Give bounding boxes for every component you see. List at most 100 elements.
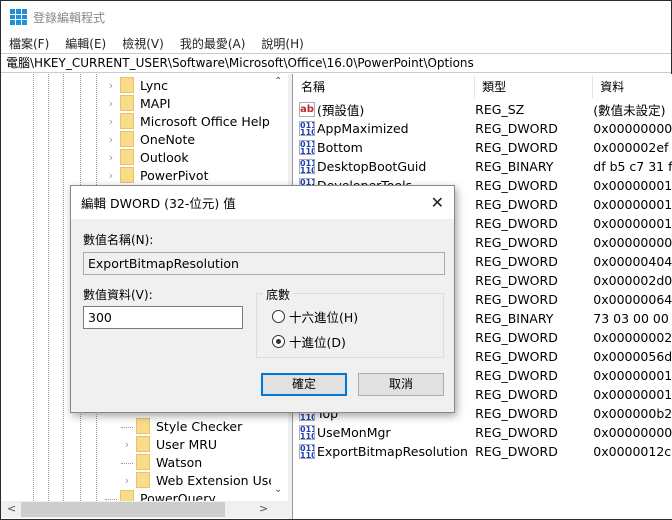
tree-item[interactable]: › Web Extension User xyxy=(121,471,281,489)
menu-favorites[interactable]: 我的最愛(A) xyxy=(172,35,254,52)
value-name-field[interactable]: ExportBitmapResolution xyxy=(83,252,445,275)
radio-hex-label: 十六進位(H) xyxy=(289,310,359,325)
close-icon[interactable]: ✕ xyxy=(431,193,444,212)
list-row[interactable]: 011110BottomREG_DWORD0x000002ef (751) xyxy=(294,138,672,157)
folder-icon xyxy=(136,418,150,434)
cell-data: 0x00000001 (1) xyxy=(593,387,672,402)
chevron-right-icon[interactable]: › xyxy=(105,97,117,110)
cell-type: REG_DWORD xyxy=(475,368,558,383)
tree-item-label: Style Checker xyxy=(156,418,243,434)
cell-data: (數值未設定) xyxy=(593,103,666,118)
cell-type: REG_BINARY xyxy=(475,159,554,174)
cell-data: 0x00000404 (1028) xyxy=(593,254,672,269)
tree-item[interactable]: Watson xyxy=(121,453,202,471)
registry-editor-icon xyxy=(10,9,27,25)
tree-item[interactable]: › User MRU xyxy=(121,435,217,453)
cell-type: REG_DWORD xyxy=(475,178,558,193)
cell-data: 0x00000001 (1) xyxy=(593,197,672,212)
menu-file[interactable]: 檔案(F) xyxy=(1,35,57,52)
binary-value-icon: 011110 xyxy=(299,140,315,155)
value-name: UseMonMgr xyxy=(317,425,391,440)
scroll-left-icon[interactable]: < xyxy=(7,502,16,515)
cell-data: df b5 c7 31 f7 xyxy=(593,159,672,174)
binary-value-icon: 011110 xyxy=(299,425,315,440)
cell-type: REG_DWORD xyxy=(475,235,558,250)
menu-edit[interactable]: 編輯(E) xyxy=(57,35,114,52)
radio-dec-label: 十進位(D) xyxy=(289,335,346,350)
tree-item-label: Lync xyxy=(140,77,169,93)
tree-item[interactable]: Style Checker xyxy=(121,417,242,435)
list-row[interactable]: 011110AppMaximizedREG_DWORD0x00000000 (0… xyxy=(294,119,672,138)
window-title: 登錄編輯程式 xyxy=(33,10,106,25)
chevron-right-icon[interactable]: › xyxy=(105,133,117,146)
cell-data: 0x00000000 (0) xyxy=(593,235,672,250)
folder-icon xyxy=(120,149,134,165)
folder-icon xyxy=(120,77,134,93)
cell-type: REG_DWORD xyxy=(475,273,558,288)
value-name-label: 數值名稱(N): xyxy=(83,233,154,247)
scroll-up-icon[interactable]: ⌃ xyxy=(274,76,282,87)
folder-icon xyxy=(136,472,150,488)
value-name: Bottom xyxy=(317,140,363,155)
cell-type: REG_DWORD xyxy=(475,425,558,440)
list-row[interactable]: ab (預設值) REG_SZ (數值未設定) xyxy=(294,100,672,119)
chevron-right-icon[interactable]: › xyxy=(105,115,117,128)
list-row[interactable]: 011110ExportBitmapResolutionREG_DWORD0x0… xyxy=(294,442,672,461)
cell-name: 011110DesktopBootGuid xyxy=(294,159,475,174)
tree-item[interactable]: › Microsoft Office Help V xyxy=(105,112,282,130)
value-data-label: 數值資料(V): xyxy=(83,288,153,302)
tree-item-label: Outlook xyxy=(140,149,189,165)
dialog-title-bar: 編輯 DWORD (32-位元) 值 ✕ xyxy=(71,186,454,219)
cell-data: 0x000002ef (751) xyxy=(593,140,672,155)
menu-view[interactable]: 檢視(V) xyxy=(114,35,172,52)
scroll-down-icon[interactable]: ⌄ xyxy=(274,484,282,495)
column-type[interactable]: 類型 xyxy=(475,76,594,98)
tree-item[interactable]: › Outlook xyxy=(105,148,189,166)
cell-data: 0x00000000 (0) xyxy=(593,425,672,440)
column-name[interactable]: 名稱 xyxy=(294,76,476,98)
cell-type: REG_DWORD xyxy=(475,444,558,459)
radio-decimal[interactable]: 十進位(D) xyxy=(272,332,346,351)
chevron-right-icon[interactable]: › xyxy=(121,438,133,451)
tree-item[interactable]: PowerQuery xyxy=(105,489,216,501)
cell-data: 73 03 00 00 a xyxy=(593,311,672,326)
binary-value-icon: 011110 xyxy=(299,159,315,174)
cell-type: REG_DWORD xyxy=(475,349,558,364)
column-data[interactable]: 資料 xyxy=(593,76,672,98)
folder-icon xyxy=(120,113,134,129)
tree-item[interactable]: › PowerPivot xyxy=(105,166,208,184)
tree-item[interactable]: › Lync xyxy=(105,76,168,94)
cell-data: 0x0000056d (1389) xyxy=(593,349,672,364)
chevron-right-icon[interactable]: › xyxy=(105,79,117,92)
list-row[interactable]: 011110UseMonMgr REG_DWORD 0x00000000 (0) xyxy=(294,423,672,442)
tree-item-label: PowerPivot xyxy=(140,167,209,183)
chevron-right-icon[interactable]: › xyxy=(105,169,117,182)
menu-help[interactable]: 說明(H) xyxy=(253,35,311,52)
radio-hexadecimal[interactable]: 十六進位(H) xyxy=(272,307,358,326)
list-row[interactable]: 011110DesktopBootGuidREG_BINARYdf b5 c7 … xyxy=(294,157,672,176)
radio-circle[interactable] xyxy=(272,310,285,323)
scroll-thumb[interactable] xyxy=(21,502,225,517)
cell-type: REG_SZ xyxy=(475,102,525,117)
cancel-button[interactable]: 取消 xyxy=(358,373,444,396)
tree-item[interactable]: › OneNote xyxy=(105,130,195,148)
chevron-right-icon[interactable]: › xyxy=(121,474,133,487)
ok-button[interactable]: 確定 xyxy=(261,373,347,396)
tree-item[interactable]: › MAPI xyxy=(105,94,171,112)
cell-type: REG_DWORD xyxy=(475,121,558,136)
chevron-right-icon[interactable]: › xyxy=(105,151,117,164)
radio-circle-selected[interactable] xyxy=(272,335,285,348)
value-data-input[interactable]: 300 xyxy=(83,306,243,329)
cell-data: 0x00000001 (1) xyxy=(593,216,672,231)
cell-data: 0x00000001 (1) xyxy=(593,178,672,193)
address-bar[interactable]: 電腦\HKEY_CURRENT_USER\Software\Microsoft\… xyxy=(1,53,671,73)
base-label: 底數 xyxy=(263,286,294,303)
value-name: DesktopBootGuid xyxy=(317,159,427,174)
string-value-icon: ab xyxy=(299,102,315,117)
tree-item-label: OneNote xyxy=(140,131,196,147)
cell-name: 011110AppMaximized xyxy=(294,121,475,136)
folder-icon xyxy=(136,454,150,470)
tree-horizontal-scrollbar[interactable]: < > xyxy=(1,501,288,518)
scroll-right-icon[interactable]: > xyxy=(259,502,268,515)
menu-bar: 檔案(F) 編輯(E) 檢視(V) 我的最愛(A) 說明(H) xyxy=(1,34,312,53)
